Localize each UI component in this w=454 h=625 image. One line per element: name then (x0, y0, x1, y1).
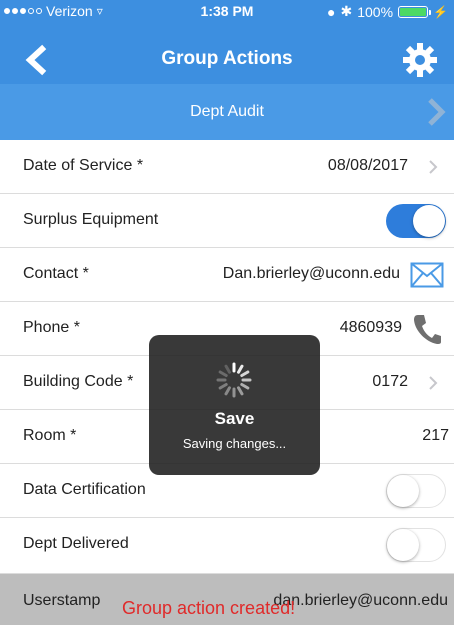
page-title: Group Actions (161, 48, 293, 69)
phone-icon[interactable] (412, 313, 442, 345)
userstamp-label: Userstamp (23, 592, 101, 609)
mail-icon[interactable] (410, 262, 444, 288)
dept-delivered-row: Dept Delivered (0, 518, 454, 574)
navigation-bar: Verizon ▿ 1:38 PM ● ✱ 100% ⚡ Group Actio… (0, 0, 454, 84)
contact-row[interactable]: Contact * Dan.brierley@uconn.edu (0, 248, 454, 302)
status-bar: Verizon ▿ 1:38 PM ● ✱ 100% ⚡ (0, 0, 454, 22)
alarm-icon: ● (327, 3, 336, 20)
surplus-equipment-toggle[interactable] (386, 204, 446, 238)
row-label: Room * (23, 427, 77, 444)
room-value: 217 (422, 427, 449, 444)
gear-icon (403, 43, 437, 77)
row-label: Surplus Equipment (23, 211, 159, 228)
hud-title: Save (214, 409, 255, 428)
building-code-value: 0172 (372, 373, 408, 390)
data-certification-toggle[interactable] (386, 474, 446, 508)
hud-subtitle: Saving changes... (182, 436, 287, 451)
chevron-right-icon (429, 376, 438, 390)
row-label: Date of Service * (23, 157, 144, 174)
date-of-service-row[interactable]: Date of Service * 08/08/2017 (0, 140, 454, 194)
charging-icon: ⚡ (433, 4, 448, 19)
row-label: Contact * (23, 265, 89, 282)
dept-delivered-toggle[interactable] (386, 528, 446, 562)
chevron-right-icon (429, 160, 438, 174)
section-title: Dept Audit (190, 103, 264, 120)
row-label: Dept Delivered (23, 535, 129, 552)
toast-message: Group action created! (122, 598, 296, 618)
spinner-icon (216, 362, 252, 398)
row-label: Building Code * (23, 373, 134, 390)
row-label: Data Certification (23, 481, 146, 498)
section-header[interactable]: Dept Audit (0, 84, 454, 140)
phone-value: 4860939 (339, 319, 402, 336)
status-right: ● ✱ 100% ⚡ (327, 3, 448, 20)
userstamp-value: dan.brierley@uconn.edu (273, 592, 448, 609)
surplus-equipment-row: Surplus Equipment (0, 194, 454, 248)
contact-value: Dan.brierley@uconn.edu (222, 265, 400, 282)
saving-hud: Save Saving changes... (149, 335, 320, 475)
battery-percent: 100% (357, 3, 394, 20)
settings-button[interactable] (400, 40, 440, 80)
row-label: Phone * (23, 319, 80, 336)
chevron-right-icon (428, 98, 446, 126)
battery-icon (398, 5, 432, 18)
bluetooth-icon: ✱ (340, 3, 353, 19)
date-of-service-value: 08/08/2017 (327, 157, 408, 174)
